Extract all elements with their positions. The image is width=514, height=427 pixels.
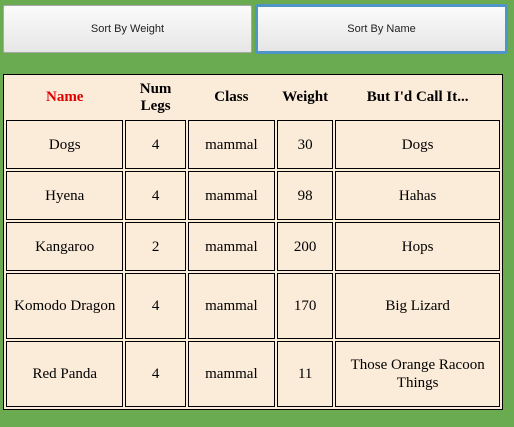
table-row: Kangaroo 2 mammal 200 Hops <box>6 222 500 271</box>
cell-name: Hyena <box>6 171 124 220</box>
table-row: Komodo Dragon 4 mammal 170 Big Lizard <box>6 273 500 339</box>
cell-nickname: Big Lizard <box>335 273 500 339</box>
cell-nickname: Hahas <box>335 171 500 220</box>
table-row: Red Panda 4 mammal 11 Those Orange Racoo… <box>6 341 500 407</box>
cell-nickname: Hops <box>335 222 500 271</box>
cell-name: Dogs <box>6 120 124 169</box>
cell-weight: 30 <box>277 120 334 169</box>
cell-class: mammal <box>187 273 276 339</box>
cell-name: Komodo Dragon <box>6 273 124 339</box>
cell-class: mammal <box>187 120 276 169</box>
animals-table: Name Num Legs Class Weight But I'd Call … <box>3 74 503 410</box>
cell-class: mammal <box>187 171 276 220</box>
cell-nickname: Those Orange Racoon Things <box>335 341 500 407</box>
header-weight[interactable]: Weight <box>277 77 333 118</box>
cell-name: Red Panda <box>6 341 124 407</box>
header-num-legs[interactable]: Num Legs <box>125 77 185 118</box>
header-nickname[interactable]: But I'd Call It... <box>335 77 500 118</box>
cell-num-legs: 2 <box>125 222 186 271</box>
cell-weight: 200 <box>277 222 334 271</box>
cell-nickname: Dogs <box>335 120 500 169</box>
cell-num-legs: 4 <box>125 273 186 339</box>
sort-by-weight-button[interactable]: Sort By Weight <box>3 5 252 53</box>
cell-weight: 11 <box>277 341 334 407</box>
table-row: Hyena 4 mammal 98 Hahas <box>6 171 500 220</box>
table-row: Dogs 4 mammal 30 Dogs <box>6 120 500 169</box>
cell-num-legs: 4 <box>125 341 186 407</box>
cell-num-legs: 4 <box>125 171 186 220</box>
header-row: Name Num Legs Class Weight But I'd Call … <box>6 77 500 118</box>
cell-weight: 98 <box>277 171 334 220</box>
cell-class: mammal <box>187 341 276 407</box>
cell-weight: 170 <box>277 273 334 339</box>
header-class[interactable]: Class <box>188 77 275 118</box>
cell-num-legs: 4 <box>125 120 186 169</box>
header-name[interactable]: Name <box>6 77 123 118</box>
cell-name: Kangaroo <box>6 222 124 271</box>
cell-class: mammal <box>187 222 276 271</box>
sort-by-name-button[interactable]: Sort By Name <box>255 4 508 54</box>
